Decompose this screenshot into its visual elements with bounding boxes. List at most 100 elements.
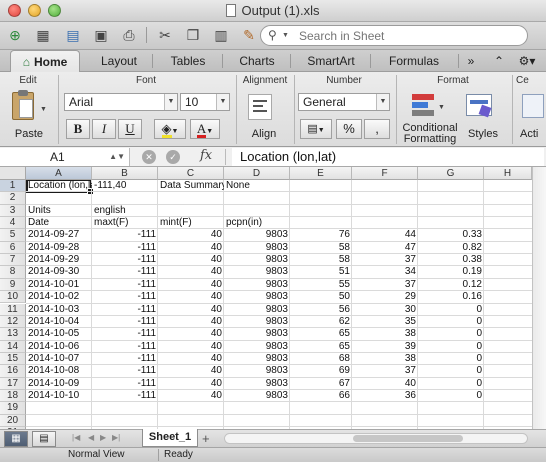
table-cell[interactable]: 38 — [352, 353, 418, 365]
number-format-select[interactable]: General ▼ — [298, 93, 390, 111]
table-cell[interactable]: -111 — [92, 291, 158, 303]
align-button-label[interactable]: Align — [244, 128, 284, 140]
table-cell[interactable]: 9803 — [224, 279, 290, 291]
table-cell[interactable]: 9803 — [224, 254, 290, 266]
paste-button-label[interactable]: Paste — [12, 128, 46, 140]
table-cell[interactable]: 40 — [158, 341, 224, 353]
table-cell[interactable]: 50 — [290, 291, 352, 303]
table-cell[interactable]: 76 — [290, 229, 352, 241]
table-cell[interactable]: 0 — [418, 316, 484, 328]
table-cell[interactable]: 47 — [352, 242, 418, 254]
chevron-down-icon[interactable]: ▼ — [282, 32, 289, 39]
table-cell[interactable]: 40 — [158, 266, 224, 278]
table-cell[interactable]: 2014-10-08 — [26, 365, 92, 377]
italic-button[interactable]: I — [92, 119, 116, 139]
row-header[interactable]: 4 — [0, 217, 26, 230]
table-cell[interactable]: 29 — [352, 291, 418, 303]
table-cell[interactable]: 0 — [418, 328, 484, 340]
row-header[interactable]: 14 — [0, 340, 26, 353]
table-cell[interactable]: 2014-10-02 — [26, 291, 92, 303]
prev-sheet-icon[interactable]: ◀ — [88, 433, 94, 442]
table-cell[interactable]: 37 — [352, 279, 418, 291]
horizontal-scrollbar[interactable] — [224, 433, 528, 444]
tab-formulas[interactable]: Formulas — [372, 50, 456, 72]
table-cell[interactable]: 40 — [158, 365, 224, 377]
conditional-formatting-label[interactable]: Conditional Formatting — [400, 123, 460, 145]
table-cell[interactable]: 58 — [290, 242, 352, 254]
table-cell[interactable]: 2014-10-04 — [26, 316, 92, 328]
row-header[interactable]: 16 — [0, 365, 26, 378]
table-cell[interactable]: 36 — [352, 390, 418, 402]
column-header[interactable]: H — [484, 167, 532, 180]
new-document-icon[interactable]: ⊕ — [4, 25, 26, 45]
table-cell[interactable]: -111 — [92, 229, 158, 241]
actions-label[interactable]: Acti — [520, 128, 546, 140]
paste-toolbar-icon[interactable]: ▥ — [210, 25, 232, 45]
table-cell[interactable]: 40 — [158, 316, 224, 328]
table-cell[interactable]: 9803 — [224, 365, 290, 377]
table-cell[interactable]: 68 — [290, 353, 352, 365]
table-cell[interactable]: 40 — [158, 390, 224, 402]
table-cell[interactable]: 0 — [418, 304, 484, 316]
page-layout-view-button[interactable]: ▤ — [32, 431, 56, 447]
table-cell[interactable]: 40 — [158, 242, 224, 254]
row-header[interactable]: 1 — [0, 180, 26, 193]
select-all-corner[interactable] — [0, 167, 26, 180]
table-cell[interactable]: 66 — [290, 390, 352, 402]
print-icon[interactable]: ⎙ — [118, 25, 140, 45]
spreadsheet-grid[interactable]: ABCDEFGH 1Location (lon,lat)-111,40Data S… — [0, 167, 532, 429]
row-header[interactable]: 3 — [0, 204, 26, 218]
bold-button[interactable]: B — [66, 119, 90, 139]
scrollbar-thumb[interactable] — [353, 435, 463, 442]
table-cell[interactable]: -111,40 — [92, 180, 158, 192]
table-cell[interactable]: -111 — [92, 341, 158, 353]
table-cell[interactable]: 38 — [352, 328, 418, 340]
table-cell[interactable]: Location (lon,lat) — [26, 180, 92, 192]
table-cell[interactable]: mint(F) — [158, 217, 224, 229]
table-cell[interactable]: 40 — [158, 229, 224, 241]
table-cell[interactable]: 9803 — [224, 390, 290, 402]
table-cell[interactable]: maxt(F) — [92, 217, 158, 229]
row-header[interactable]: 9 — [0, 278, 26, 292]
row-header[interactable]: 2 — [0, 192, 26, 205]
row-header[interactable]: 18 — [0, 389, 26, 403]
table-cell[interactable]: -111 — [92, 266, 158, 278]
vertical-scrollbar[interactable] — [532, 167, 546, 429]
tab-overflow-icon[interactable]: » — [460, 50, 482, 72]
table-cell[interactable]: -111 — [92, 242, 158, 254]
font-color-button[interactable]: A▼ — [190, 119, 220, 139]
table-cell[interactable]: 0.16 — [418, 291, 484, 303]
next-sheet-icon[interactable]: ▶ — [100, 433, 106, 442]
table-cell[interactable]: 40 — [158, 279, 224, 291]
table-cell[interactable]: 9803 — [224, 229, 290, 241]
table-cell[interactable]: 0.12 — [418, 279, 484, 291]
table-cell[interactable]: Date — [26, 217, 92, 229]
table-cell[interactable]: -111 — [92, 304, 158, 316]
styles-icon[interactable] — [466, 92, 498, 120]
table-cell[interactable]: 9803 — [224, 378, 290, 390]
column-header[interactable]: D — [224, 167, 290, 180]
row-header[interactable]: 5 — [0, 229, 26, 242]
table-cell[interactable]: 30 — [352, 304, 418, 316]
normal-view-button[interactable]: ▦ — [4, 431, 28, 447]
row-header[interactable]: 10 — [0, 291, 26, 304]
last-sheet-icon[interactable]: ▶| — [112, 433, 120, 442]
conditional-formatting-icon[interactable]: ▼ — [412, 92, 445, 118]
table-cell[interactable]: None — [224, 180, 290, 192]
open-icon[interactable]: ▤ — [62, 25, 84, 45]
table-cell[interactable]: -111 — [92, 328, 158, 340]
table-cell[interactable]: 67 — [290, 378, 352, 390]
row-header[interactable]: 19 — [0, 402, 26, 415]
table-cell[interactable]: 0 — [418, 390, 484, 402]
table-cell[interactable]: 0.82 — [418, 242, 484, 254]
percent-button[interactable]: % — [336, 119, 362, 139]
table-cell[interactable]: 56 — [290, 304, 352, 316]
table-cell[interactable]: -111 — [92, 390, 158, 402]
templates-icon[interactable]: ▦ — [32, 25, 54, 45]
table-cell[interactable]: pcpn(in) — [224, 217, 290, 229]
table-cell[interactable]: 51 — [290, 266, 352, 278]
column-header[interactable]: B — [92, 167, 158, 180]
table-cell[interactable]: -111 — [92, 353, 158, 365]
table-cell[interactable]: english — [92, 205, 158, 217]
actions-icon[interactable] — [522, 94, 544, 118]
